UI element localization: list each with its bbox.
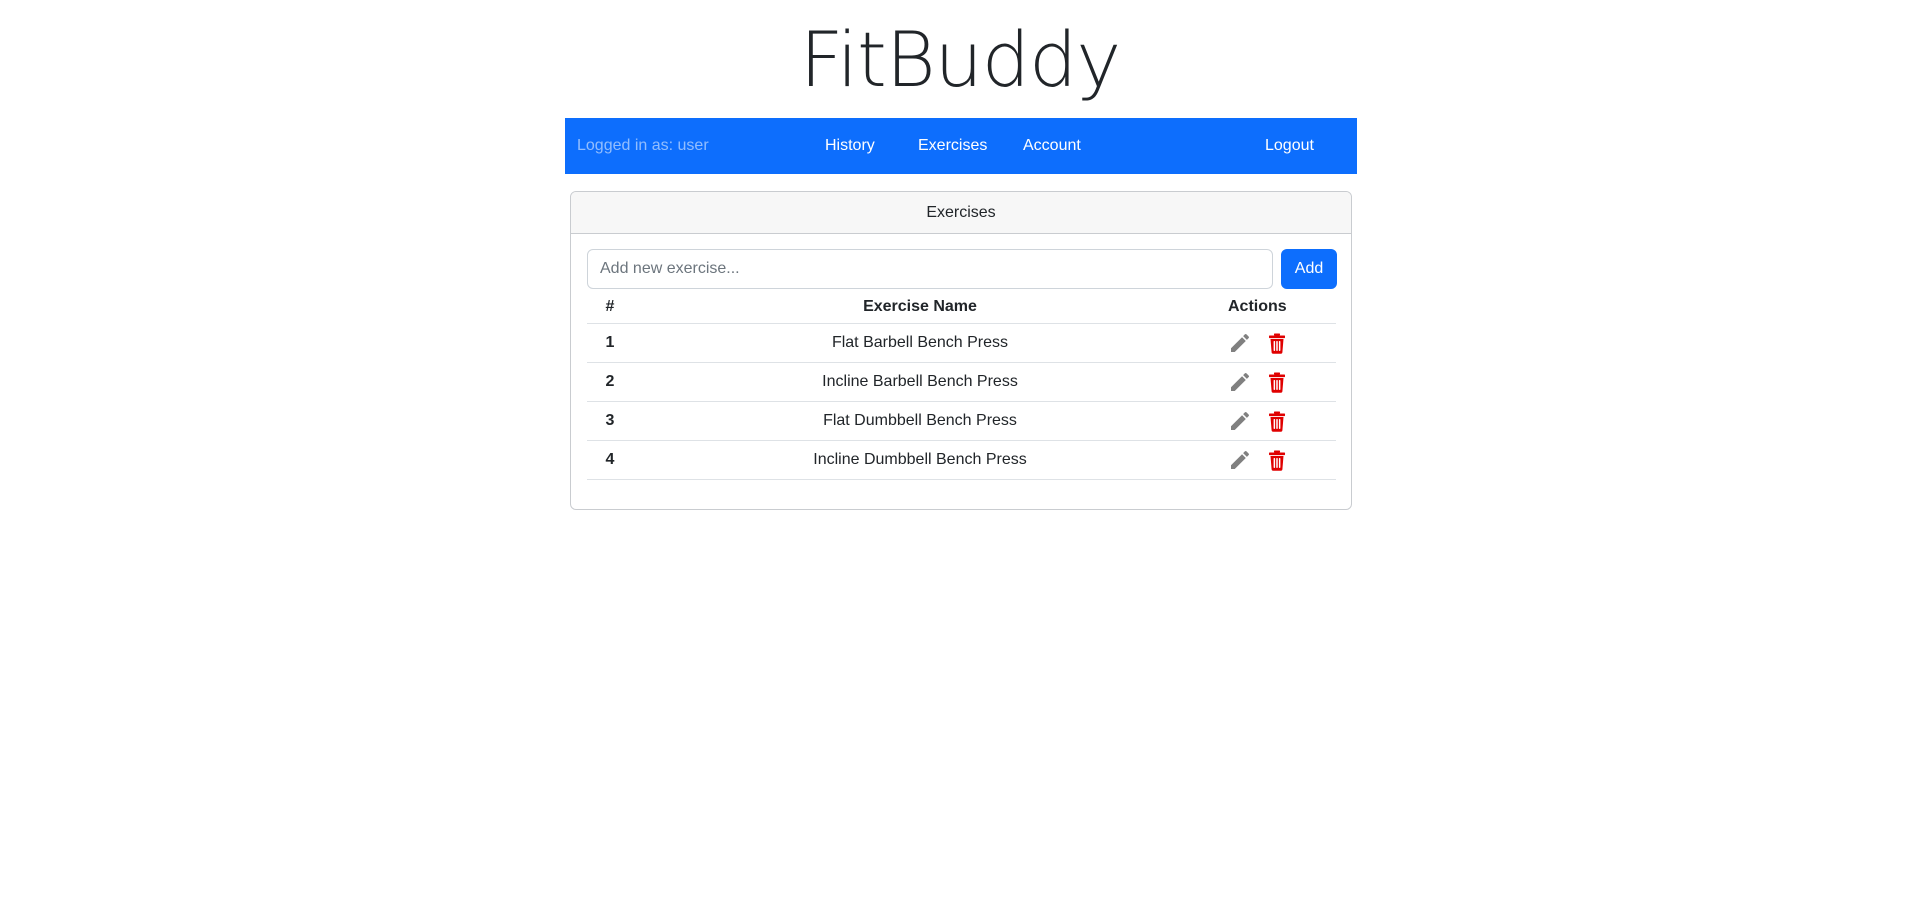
exercise-name: Flat Dumbbell Bench Press [633, 401, 1207, 441]
pencil-icon[interactable] [1228, 370, 1252, 394]
row-actions [1207, 323, 1336, 363]
table-header-row: # Exercise Name Actions [587, 291, 1336, 324]
card-header: Exercises [571, 192, 1351, 234]
row-number: 1 [587, 323, 633, 363]
pencil-icon[interactable] [1228, 448, 1252, 472]
navbar: Logged in as: user History Exercises Acc… [565, 118, 1357, 174]
table-body: 1 Flat Barbell Bench Press 2 Incline Barbel… [587, 323, 1336, 480]
trash-icon[interactable] [1265, 331, 1289, 355]
row-actions [1207, 362, 1336, 402]
trash-icon[interactable] [1265, 409, 1289, 433]
row-number: 4 [587, 440, 633, 480]
add-exercise-button[interactable]: Add [1281, 249, 1337, 289]
exercises-card: Exercises Add # Exercise Name Actions 1F… [570, 191, 1352, 510]
row-actions-group [1207, 441, 1336, 479]
logout-link[interactable]: Logout [1265, 118, 1314, 174]
exercises-table: # Exercise Name Actions 1 Flat Barbell Be… [587, 291, 1336, 480]
exercise-name: Incline Dumbbell Bench Press [633, 440, 1207, 480]
column-header-exercise-name: Exercise Name [633, 291, 1207, 324]
exercise-name: Flat Barbell Bench Press [633, 323, 1207, 363]
nav-link-account[interactable]: Account [1023, 118, 1081, 174]
trash-icon[interactable] [1265, 448, 1289, 472]
nav-link-exercises[interactable]: Exercises [918, 118, 987, 174]
pencil-icon[interactable] [1228, 409, 1252, 433]
trash-icon[interactable] [1265, 370, 1289, 394]
row-actions [1207, 401, 1336, 441]
column-header-number: # [587, 291, 633, 324]
exercise-name: Incline Barbell Bench Press [633, 362, 1207, 402]
row-number: 3 [587, 401, 633, 441]
row-actions [1207, 440, 1336, 480]
pencil-icon[interactable] [1228, 331, 1252, 355]
row-actions-group [1207, 363, 1336, 401]
table-row: 3 Flat Dumbbell Bench Press [587, 401, 1336, 441]
add-exercise-form: Add [587, 249, 1337, 289]
row-actions-group [1207, 324, 1336, 362]
add-exercise-input[interactable] [587, 249, 1273, 289]
column-header-actions: Actions [1207, 291, 1336, 324]
table-row: 4 Incline Dumbbell Bench Press [587, 440, 1336, 480]
table-row: 1 Flat Barbell Bench Press [587, 323, 1336, 363]
app-title: FitBuddy [799, 15, 1122, 104]
row-actions-group [1207, 402, 1336, 440]
nav-links: History Exercises Account Logout [565, 118, 1357, 174]
table-row: 2 Incline Barbell Bench Press [587, 362, 1336, 402]
nav-link-history[interactable]: History [825, 118, 875, 174]
row-number: 2 [587, 362, 633, 402]
